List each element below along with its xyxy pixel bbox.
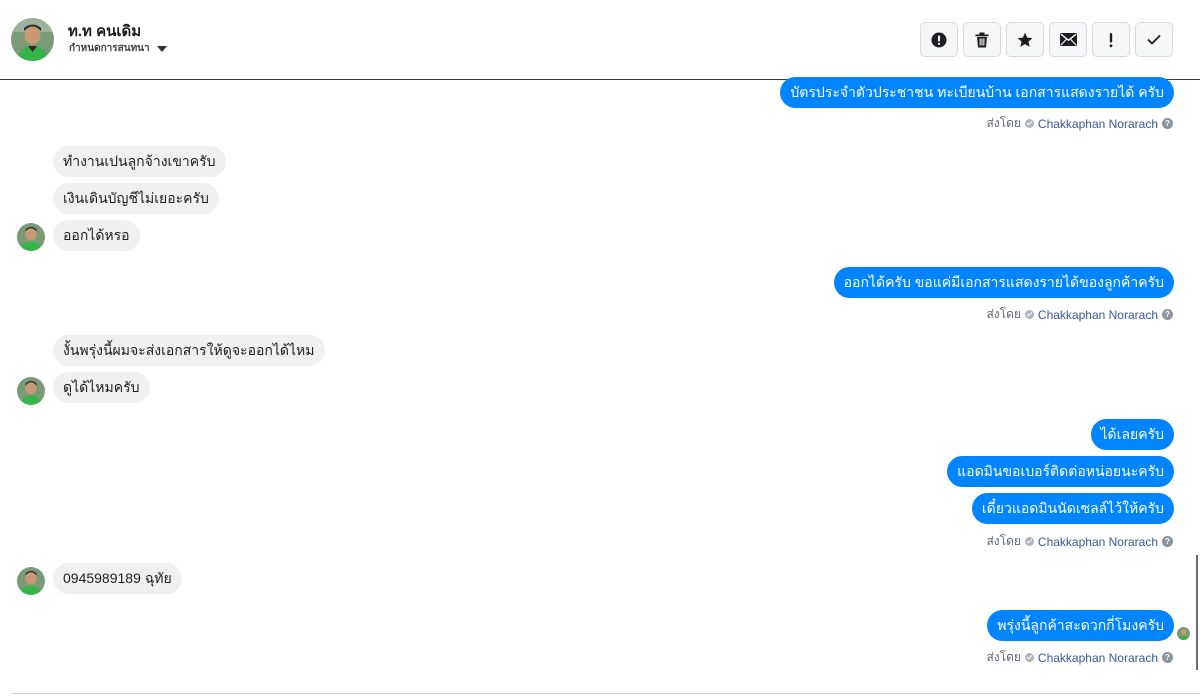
trash-icon: [975, 32, 989, 47]
caret-down-icon: [156, 45, 167, 52]
incoming-message[interactable]: เงินเดินบัญชีไม่เยอะครับ: [53, 183, 219, 214]
sent-by-prefix: ส่งโดย: [986, 116, 1021, 130]
sender-name-link[interactable]: Chakkaphan Norarach: [1038, 117, 1158, 131]
help-icon[interactable]: ?: [1162, 652, 1173, 663]
contact-avatar-small: [17, 377, 45, 405]
outgoing-message[interactable]: ออกได้ครับ ขอแค่มีเอกสารแสดงรายได้ของลูก…: [833, 267, 1174, 298]
outgoing-message[interactable]: เดี๋ยวแอดมินนัดเซลล์ไว้ให้ครับ: [971, 493, 1174, 524]
sent-by-prefix: ส่งโดย: [986, 534, 1021, 548]
sent-by-prefix: ส่งโดย: [986, 650, 1021, 664]
report-icon: [931, 32, 947, 47]
contact-avatar-small: [17, 567, 45, 595]
verified-icon: [1024, 310, 1034, 319]
star-button[interactable]: [1006, 22, 1044, 57]
outgoing-message[interactable]: พรุ่งนี้ลูกค้าสะดวกกี่โมงครับ: [987, 610, 1174, 641]
incoming-message[interactable]: ดูได้ไหมครับ: [53, 372, 150, 403]
important-button[interactable]: [1092, 22, 1130, 57]
incoming-message[interactable]: ทำงานเปนลูกจ้างเขาครับ: [53, 146, 226, 177]
incoming-message[interactable]: ออกได้หรอ: [53, 220, 140, 251]
verified-icon: [1024, 119, 1034, 128]
seen-avatar: [1177, 627, 1190, 640]
envelope-icon: [1059, 33, 1077, 46]
conversation-label-dropdown[interactable]: กำหนดการสนทนา: [69, 41, 167, 56]
conversation-label: กำหนดการสนทนา: [69, 43, 150, 54]
message-thread[interactable]: บัตรประจำตัวประชาชน ทะเบียนบ้าน เอกสารแส…: [0, 77, 1200, 696]
sent-by-info: ส่งโดย Chakkaphan Norarach ?: [986, 114, 1173, 133]
outgoing-message[interactable]: บัตรประจำตัวประชาชน ทะเบียนบ้าน เอกสารแส…: [780, 77, 1174, 108]
outgoing-message[interactable]: ได้เลยครับ: [1090, 419, 1174, 450]
done-button[interactable]: [1135, 22, 1173, 57]
composer-divider: [12, 693, 1200, 694]
contact-name[interactable]: ท.ท คนเดิม: [68, 19, 141, 43]
report-button[interactable]: [920, 22, 958, 57]
contact-avatar[interactable]: [11, 18, 54, 61]
incoming-message[interactable]: งั้นพรุ่งนี้ผมจะส่งเอกสารให้ดูจะออกได้ไห…: [53, 335, 325, 366]
delete-button[interactable]: [963, 22, 1001, 57]
verified-icon: [1024, 537, 1034, 546]
sent-by-info: ส่งโดย Chakkaphan Norarach ?: [986, 305, 1173, 324]
help-icon[interactable]: ?: [1162, 309, 1173, 320]
exclamation-icon: [1109, 32, 1113, 47]
outgoing-message[interactable]: แอดมินขอเบอร์ติดต่อหน่อยนะครับ: [947, 456, 1174, 487]
contact-avatar-small: [17, 223, 45, 251]
sender-name-link[interactable]: Chakkaphan Norarach: [1038, 308, 1158, 322]
sender-name-link[interactable]: Chakkaphan Norarach: [1038, 651, 1158, 665]
sender-name-link[interactable]: Chakkaphan Norarach: [1038, 535, 1158, 549]
sent-by-info: ส่งโดย Chakkaphan Norarach ?: [986, 532, 1173, 551]
conversation-toolbar: [920, 22, 1173, 57]
checkmark-icon: [1147, 34, 1161, 45]
sent-by-prefix: ส่งโดย: [986, 307, 1021, 321]
help-icon[interactable]: ?: [1162, 536, 1173, 547]
mark-unread-button[interactable]: [1049, 22, 1087, 57]
help-icon[interactable]: ?: [1162, 118, 1173, 129]
conversation-header: ท.ท คนเดิม กำหนดการสนทนา: [0, 0, 1200, 80]
scrollbar-thumb[interactable]: [1196, 555, 1198, 670]
star-icon: [1017, 32, 1033, 47]
sent-by-info: ส่งโดย Chakkaphan Norarach ?: [986, 648, 1173, 667]
incoming-message[interactable]: 0945989189 ฉุทัย: [53, 563, 182, 594]
verified-icon: [1024, 653, 1034, 662]
